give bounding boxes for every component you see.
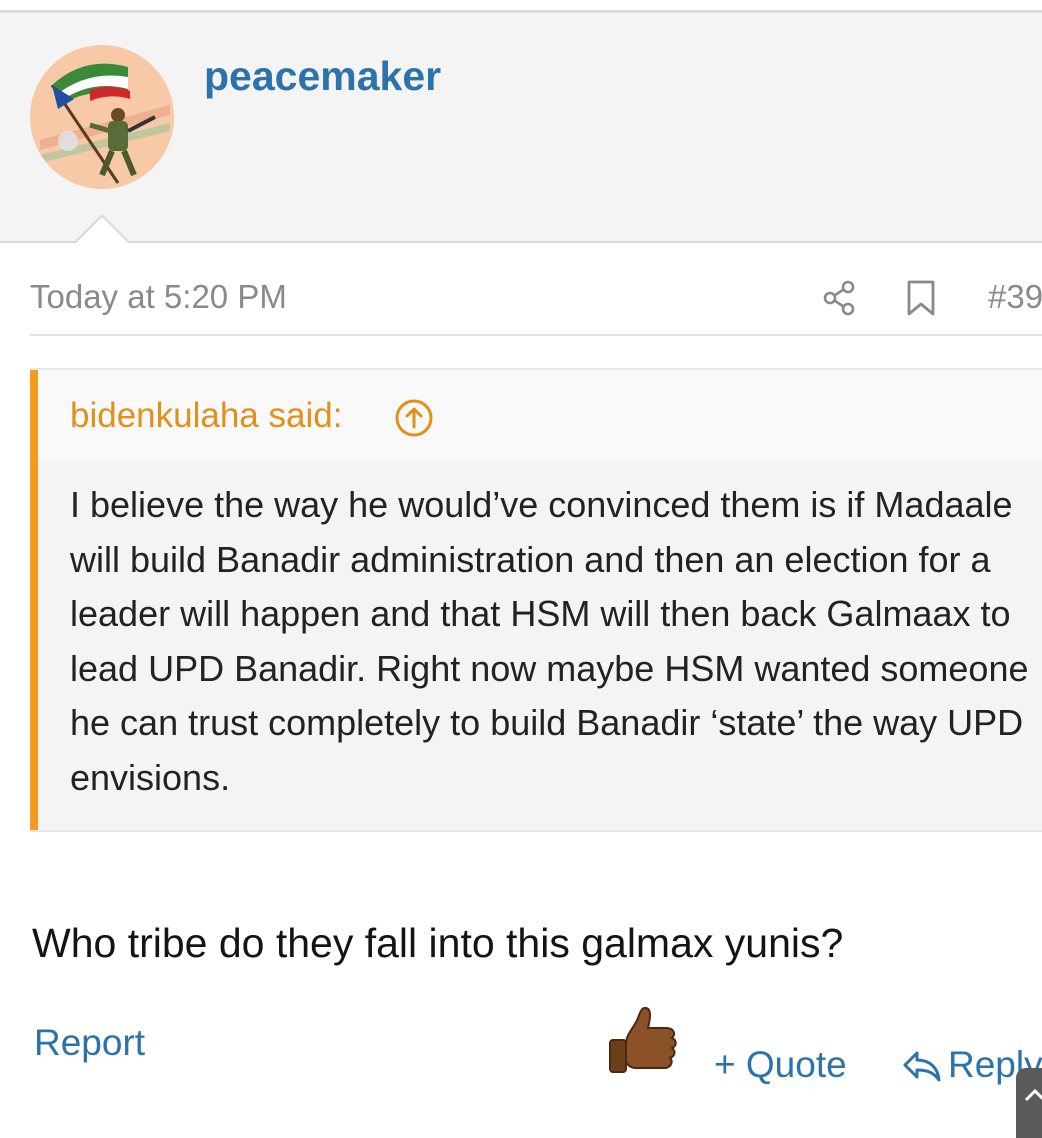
user-info-block: peacemaker (0, 13, 1042, 243)
quote-text: I believe the way he would’ve convinced … (70, 484, 1029, 798)
thumbs-up-icon[interactable] (606, 1004, 682, 1082)
quote-block: bidenkulaha said: I believe the way he w… (30, 368, 1042, 832)
post-meta-row: Today at 5:20 PM #39 (30, 270, 1042, 336)
post-timestamp[interactable]: Today at 5:20 PM (30, 278, 287, 316)
username[interactable]: peacemaker (204, 53, 441, 100)
user-arrow-pointer-fill (76, 217, 128, 243)
avatar[interactable] (30, 45, 174, 189)
report-link[interactable]: Report (34, 1022, 145, 1064)
share-icon[interactable] (822, 280, 858, 316)
bookmark-icon[interactable] (906, 280, 936, 316)
post-number[interactable]: #39 (988, 278, 1042, 316)
arrow-up-circle-icon[interactable] (394, 398, 434, 438)
chevron-up-icon (1024, 1088, 1042, 1102)
quote-header: bidenkulaha said: (38, 370, 1042, 462)
quote-button[interactable]: + Quote (714, 1044, 847, 1086)
reply-arrow-icon (903, 1051, 941, 1082)
quote-author[interactable]: bidenkulaha said: (70, 396, 342, 436)
quote-accent-bar (30, 370, 38, 830)
post-message: Who tribe do they fall into this galmax … (32, 920, 844, 966)
